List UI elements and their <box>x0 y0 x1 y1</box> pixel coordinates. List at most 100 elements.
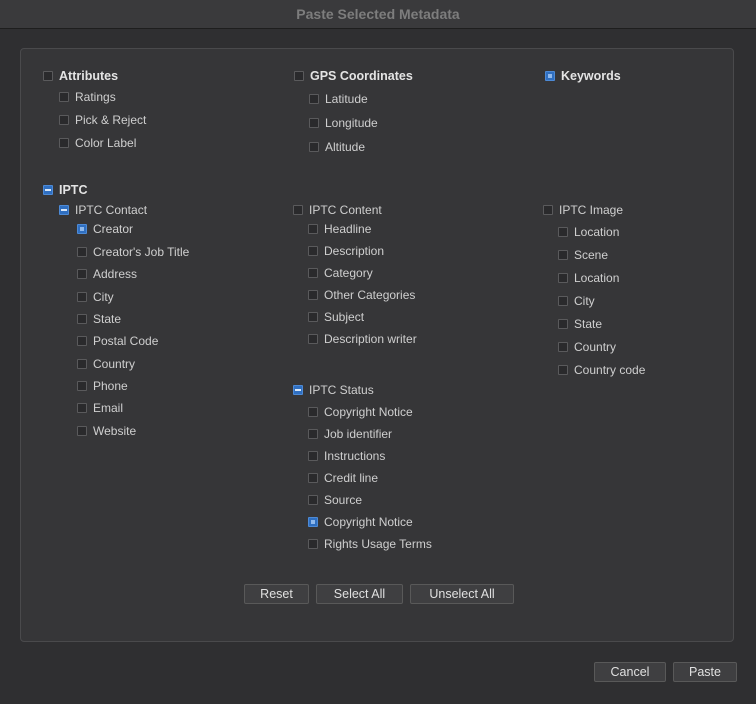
checkbox-label: Location <box>574 225 620 239</box>
checkbox-icon <box>558 296 568 306</box>
checkbox-label: Scene <box>574 248 609 262</box>
checkbox-label: Address <box>93 267 138 281</box>
unselect-all-button[interactable]: Unselect All <box>410 584 514 604</box>
checkbox-label: Credit line <box>324 471 379 485</box>
checkbox-icon <box>308 495 318 505</box>
checkbox-label: City <box>93 290 114 304</box>
checkbox-iptc-contact[interactable]: IPTC Contact <box>59 203 147 217</box>
checkbox-label: Other Categories <box>324 288 416 302</box>
checkbox-creators-job-title[interactable]: Creator's Job Title <box>77 245 189 259</box>
checkbox-website[interactable]: Website <box>77 424 136 438</box>
checkbox-instructions[interactable]: Instructions <box>308 449 385 463</box>
checkbox-credit-line[interactable]: Credit line <box>308 471 378 485</box>
checkbox-label: Website <box>93 424 137 438</box>
checkbox-email[interactable]: Email <box>77 401 123 415</box>
checkbox-label: Instructions <box>324 449 386 463</box>
checkbox-other-categories[interactable]: Other Categories <box>308 288 415 302</box>
checkbox-icon <box>308 473 318 483</box>
checkbox-label: Email <box>93 401 124 415</box>
checkbox-icon <box>308 539 318 549</box>
checkbox-label: Creator <box>93 222 134 236</box>
checkbox-label: Latitude <box>325 92 368 106</box>
checkbox-scene[interactable]: Scene <box>558 248 608 262</box>
checkbox-icon <box>308 334 318 344</box>
checkbox-copyright-notice-2[interactable]: Copyright Notice <box>308 515 413 529</box>
checkbox-icon <box>309 94 319 104</box>
checkbox-state[interactable]: State <box>77 312 121 326</box>
checkbox-icon <box>558 273 568 283</box>
checkbox-label: Phone <box>93 379 128 393</box>
checkbox-ratings[interactable]: Ratings <box>59 90 116 104</box>
checkbox-icon <box>77 224 87 234</box>
checkbox-longitude[interactable]: Longitude <box>309 116 378 130</box>
select-all-button[interactable]: Select All <box>316 584 403 604</box>
checkbox-rights-usage-terms[interactable]: Rights Usage Terms <box>308 537 432 551</box>
checkbox-label: IPTC Status <box>309 383 374 397</box>
checkbox-label: Ratings <box>75 90 116 104</box>
checkbox-label: Copyright Notice <box>324 405 413 419</box>
checkbox-icon <box>309 142 319 152</box>
checkbox-icon <box>77 426 87 436</box>
checkbox-label: Attributes <box>59 69 119 83</box>
checkbox-image-city[interactable]: City <box>558 294 595 308</box>
cancel-button[interactable]: Cancel <box>594 662 666 682</box>
checkbox-label: IPTC Contact <box>75 203 148 217</box>
checkbox-icon <box>59 205 69 215</box>
checkbox-image-location-2[interactable]: Location <box>558 271 619 285</box>
checkbox-icon <box>558 319 568 329</box>
checkbox-label: Category <box>324 266 373 280</box>
checkbox-description[interactable]: Description <box>308 244 384 258</box>
checkbox-keywords[interactable]: Keywords <box>545 69 621 83</box>
checkbox-iptc-content[interactable]: IPTC Content <box>293 203 382 217</box>
checkbox-creator[interactable]: Creator <box>77 222 133 236</box>
checkbox-image-state[interactable]: State <box>558 317 602 331</box>
checkbox-gps-coordinates[interactable]: GPS Coordinates <box>294 69 413 83</box>
checkbox-label: Job identifier <box>324 427 393 441</box>
checkbox-label: Postal Code <box>93 334 159 348</box>
checkbox-job-identifier[interactable]: Job identifier <box>308 427 392 441</box>
checkbox-icon <box>43 71 53 81</box>
checkbox-icon <box>77 359 87 369</box>
checkbox-address[interactable]: Address <box>77 267 137 281</box>
checkbox-latitude[interactable]: Latitude <box>309 92 368 106</box>
checkbox-iptc-image[interactable]: IPTC Image <box>543 203 623 217</box>
checkbox-icon <box>558 227 568 237</box>
checkbox-phone[interactable]: Phone <box>77 379 128 393</box>
checkbox-copyright-notice[interactable]: Copyright Notice <box>308 405 413 419</box>
checkbox-image-location[interactable]: Location <box>558 225 619 239</box>
checkbox-altitude[interactable]: Altitude <box>309 140 365 154</box>
checkbox-label: Description writer <box>324 332 417 346</box>
checkbox-icon <box>77 336 87 346</box>
checkbox-label: Country code <box>574 363 646 377</box>
paste-button[interactable]: Paste <box>673 662 737 682</box>
checkbox-label: State <box>574 317 603 331</box>
checkbox-headline[interactable]: Headline <box>308 222 371 236</box>
checkbox-icon <box>308 290 318 300</box>
checkbox-source[interactable]: Source <box>308 493 362 507</box>
checkbox-iptc[interactable]: IPTC <box>43 183 87 197</box>
checkbox-postal-code[interactable]: Postal Code <box>77 334 158 348</box>
checkbox-subject[interactable]: Subject <box>308 310 364 324</box>
checkbox-image-country[interactable]: Country <box>558 340 616 354</box>
checkbox-icon <box>59 115 69 125</box>
checkbox-category[interactable]: Category <box>308 266 373 280</box>
checkbox-city[interactable]: City <box>77 290 114 304</box>
checkbox-attributes[interactable]: Attributes <box>43 69 118 83</box>
checkbox-country[interactable]: Country <box>77 357 135 371</box>
checkbox-icon <box>77 314 87 324</box>
reset-button[interactable]: Reset <box>244 584 309 604</box>
checkbox-icon <box>558 250 568 260</box>
window-title: Paste Selected Metadata <box>0 0 756 29</box>
checkbox-label: Altitude <box>325 140 366 154</box>
checkbox-pick-reject[interactable]: Pick & Reject <box>59 113 146 127</box>
checkbox-label: IPTC Image <box>559 203 624 217</box>
metadata-options-panel: Attributes Ratings Pick & Reject Color L… <box>20 48 734 642</box>
checkbox-description-writer[interactable]: Description writer <box>308 332 417 346</box>
checkbox-color-label[interactable]: Color Label <box>59 136 136 150</box>
checkbox-label: Copyright Notice <box>324 515 413 529</box>
checkbox-country-code[interactable]: Country code <box>558 363 645 377</box>
checkbox-label: Country <box>93 357 136 371</box>
checkbox-iptc-status[interactable]: IPTC Status <box>293 383 374 397</box>
checkbox-icon <box>77 269 87 279</box>
checkbox-label: Subject <box>324 310 365 324</box>
